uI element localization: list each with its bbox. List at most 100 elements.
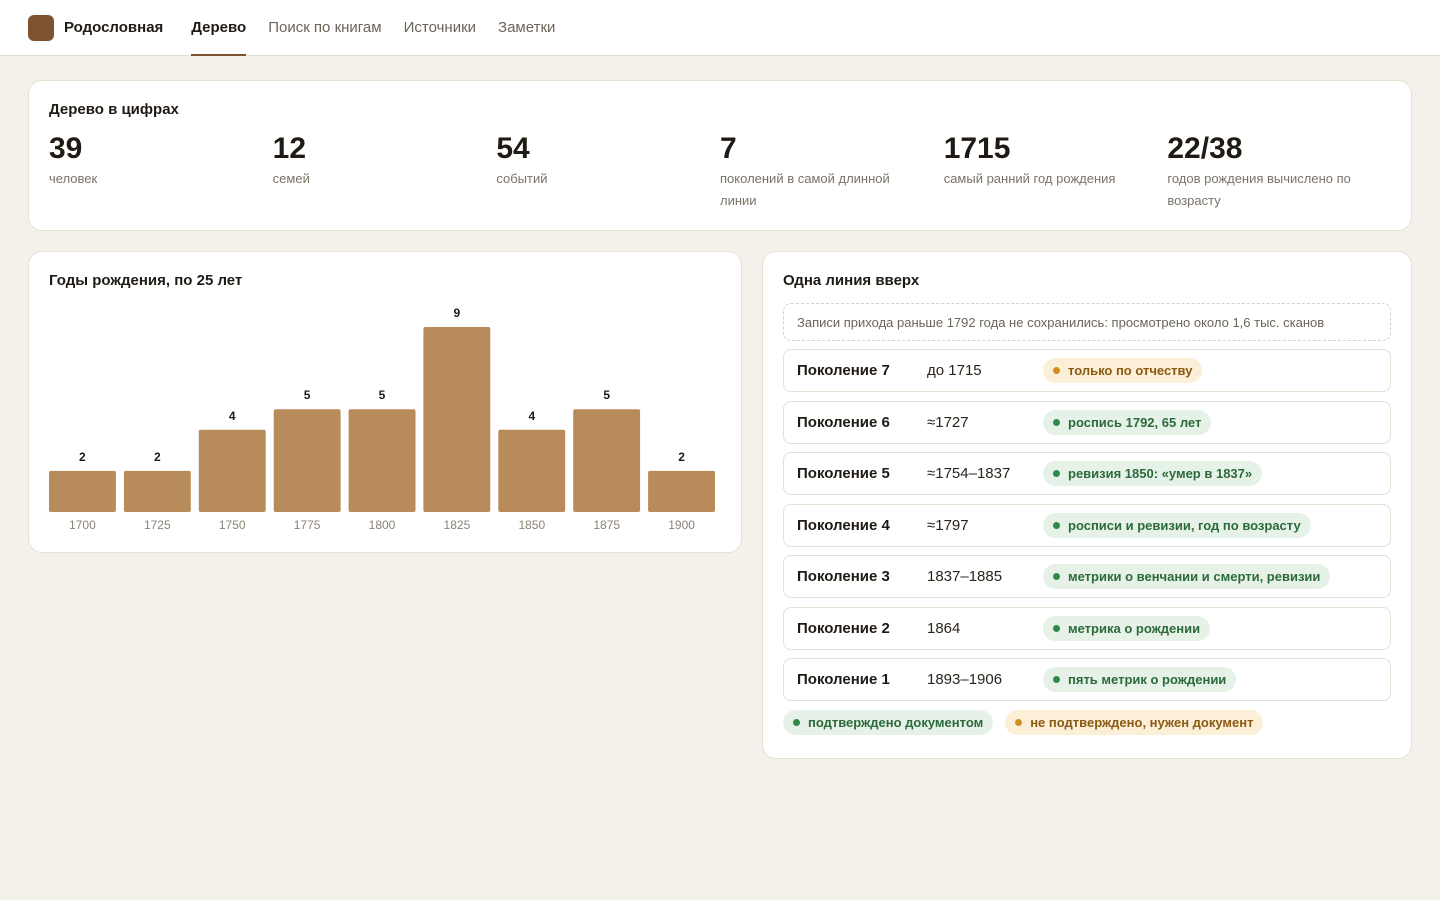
stat-value: 22/38: [1167, 132, 1243, 165]
legend-confirmed: подтверждено документом: [783, 709, 994, 735]
birth-years-chart-card: Годы рождения, по 25 лет 2 1700 2 1725 4 1750…: [28, 251, 742, 553]
lineage-card: Одна линия вверх Записи прихода раньше 1…: [762, 251, 1412, 759]
stat-generations: 7 поколений в самой длинной линии: [720, 132, 944, 212]
bar-value-label: 5: [603, 388, 610, 402]
source-badge: росписи и ревизии, год по возрасту: [1043, 512, 1311, 538]
generation-name: Поколение 6: [797, 413, 890, 431]
generation-row[interactable]: Поколение 1 1893–1906 пять метрик о рожден…: [783, 658, 1391, 701]
nav-tab-notes[interactable]: Заметки: [498, 0, 555, 56]
green-dot-icon: [1053, 521, 1060, 529]
generation-row[interactable]: Поколение 7 до 1715 только по отчеству: [783, 349, 1391, 392]
x-tick-label: 1725: [144, 518, 171, 532]
generation-name: Поколение 5: [797, 465, 890, 482]
nav-tab-tree[interactable]: Дерево: [191, 0, 246, 56]
generation-name: Поколение 1: [797, 671, 890, 688]
chart-bar: [273, 409, 341, 512]
x-tick-label: 1700: [69, 518, 96, 532]
stat-value: 12: [272, 132, 307, 165]
generation-years: 1864: [927, 619, 961, 637]
generation-row[interactable]: Поколение 2 1864 метрика о рождении: [783, 606, 1391, 650]
chart-bar: [198, 429, 266, 512]
birth-years-chart: 2 1700 2 1725 4 1750 5 1775 5 1800 9 1825 4 1850 5 1875…: [49, 306, 715, 532]
top-bar: Родословная Дерево Поиск по книгам Источ…: [0, 0, 1440, 56]
x-tick-label: 1875: [593, 518, 620, 532]
bar-value-label: 4: [229, 409, 236, 423]
stat-value: 1715: [943, 132, 1011, 165]
source-label: роспись 1792, 65 лет: [1068, 414, 1202, 430]
generation-name: Поколение 4: [797, 516, 890, 534]
stat-label: поколений в самой длинной линии: [720, 171, 890, 208]
source-badge: роспись 1792, 65 лет: [1043, 409, 1212, 435]
generation-years: до 1715: [927, 362, 982, 379]
source-label: метрика о рождении: [1068, 620, 1201, 636]
x-tick-label: 1825: [444, 518, 471, 532]
legend-unconfirmed-label: не подтверждено, нужен документ: [1030, 714, 1254, 730]
main-nav: Дерево Поиск по книгам Источники Заметки: [191, 0, 577, 56]
amber-dot-icon: [1015, 718, 1023, 726]
archive-note: Записи прихода раньше 1792 года не сохра…: [783, 303, 1391, 341]
x-tick-label: 1850: [518, 518, 545, 532]
source-label: только по отчеству: [1068, 363, 1193, 378]
chart-title: Годы рождения, по 25 лет: [49, 272, 243, 289]
stats-row: 39 человек 12 семей 54 событий 7 поколен…: [49, 132, 1391, 212]
stat-earliest-birth: 1715 самый ранний год рождения: [944, 132, 1168, 212]
bar-value-label: 2: [79, 450, 86, 464]
generation-years: 1893–1906: [927, 671, 1003, 688]
generation-name: Поколение 7: [797, 362, 890, 379]
legend-unconfirmed: не подтверждено, нужен документ: [1005, 709, 1264, 735]
chart-bar: [348, 409, 416, 512]
generation-row[interactable]: Поколение 3 1837–1885 метрики о венчании и…: [783, 555, 1391, 598]
stat-label: человек: [49, 171, 98, 186]
stat-computed-births: 22/38 годов рождения вычислено по возрас…: [1167, 132, 1391, 212]
chart-bar: [648, 470, 715, 512]
source-label: ревизия 1850: «умер в 1837»: [1068, 466, 1253, 481]
stat-events: 54 событий: [496, 132, 720, 212]
x-tick-label: 1900: [668, 518, 695, 532]
nav-tab-sources[interactable]: Источники: [404, 0, 476, 56]
generation-name: Поколение 3: [797, 568, 890, 585]
lineage-title: Одна линия вверх: [783, 272, 920, 289]
generation-row[interactable]: Поколение 4 ≈1797 росписи и ревизии, год п…: [783, 503, 1391, 547]
source-label: пять метрик о рождении: [1068, 672, 1227, 687]
stat-label: семей: [272, 171, 310, 186]
generation-years: 1837–1885: [927, 568, 1003, 585]
stat-families: 12 семей: [273, 132, 497, 212]
green-dot-icon: [1053, 573, 1060, 580]
nav-tab-book-search[interactable]: Поиск по книгам: [268, 0, 381, 56]
app-logo: [28, 14, 54, 41]
generation-name: Поколение 2: [797, 619, 890, 637]
bar-value-label: 5: [304, 388, 311, 402]
generation-years: ≈1797: [927, 516, 969, 534]
source-badge: метрики о венчании и смерти, ревизии: [1043, 564, 1331, 589]
generation-row[interactable]: Поколение 6 ≈1727 роспись 1792, 65 лет: [783, 400, 1391, 444]
source-label: росписи и ревизии, год по возрасту: [1068, 517, 1301, 533]
bar-value-label: 5: [379, 388, 386, 402]
stat-people: 39 человек: [49, 132, 273, 212]
generation-row[interactable]: Поколение 5 ≈1754–1837 ревизия 1850: «умер…: [783, 452, 1391, 495]
bar-value-label: 4: [528, 409, 535, 423]
x-tick-label: 1775: [294, 518, 321, 532]
chart-bar: [423, 327, 491, 512]
stat-label: событий: [496, 171, 548, 186]
chart-bar: [498, 429, 566, 512]
stat-value: 54: [496, 132, 530, 165]
amber-dot-icon: [1053, 367, 1060, 374]
stat-label: самый ранний год рождения: [943, 171, 1116, 186]
stats-title: Дерево в цифрах: [49, 101, 179, 118]
generation-years: ≈1754–1837: [927, 465, 1011, 482]
green-dot-icon: [1053, 624, 1060, 632]
stats-card: Дерево в цифрах 39 человек 12 семей 54 с…: [28, 80, 1412, 231]
stat-value: 7: [720, 132, 737, 165]
source-badge: метрика о рождении: [1043, 615, 1211, 641]
source-badge: ревизия 1850: «умер в 1837»: [1043, 461, 1263, 486]
legend-confirmed-label: подтверждено документом: [808, 714, 984, 730]
app-brand: Родословная: [64, 19, 164, 36]
x-tick-label: 1800: [369, 518, 396, 532]
status-legend: подтверждено документом не подтверждено,…: [783, 709, 1391, 735]
stat-value: 39: [49, 132, 83, 165]
generation-years: ≈1727: [927, 413, 969, 431]
source-badge: только по отчеству: [1043, 358, 1203, 383]
green-dot-icon: [793, 718, 800, 726]
generation-list: Поколение 7 до 1715 только по отчеству Поко…: [783, 349, 1391, 701]
bar-value-label: 2: [678, 450, 685, 464]
